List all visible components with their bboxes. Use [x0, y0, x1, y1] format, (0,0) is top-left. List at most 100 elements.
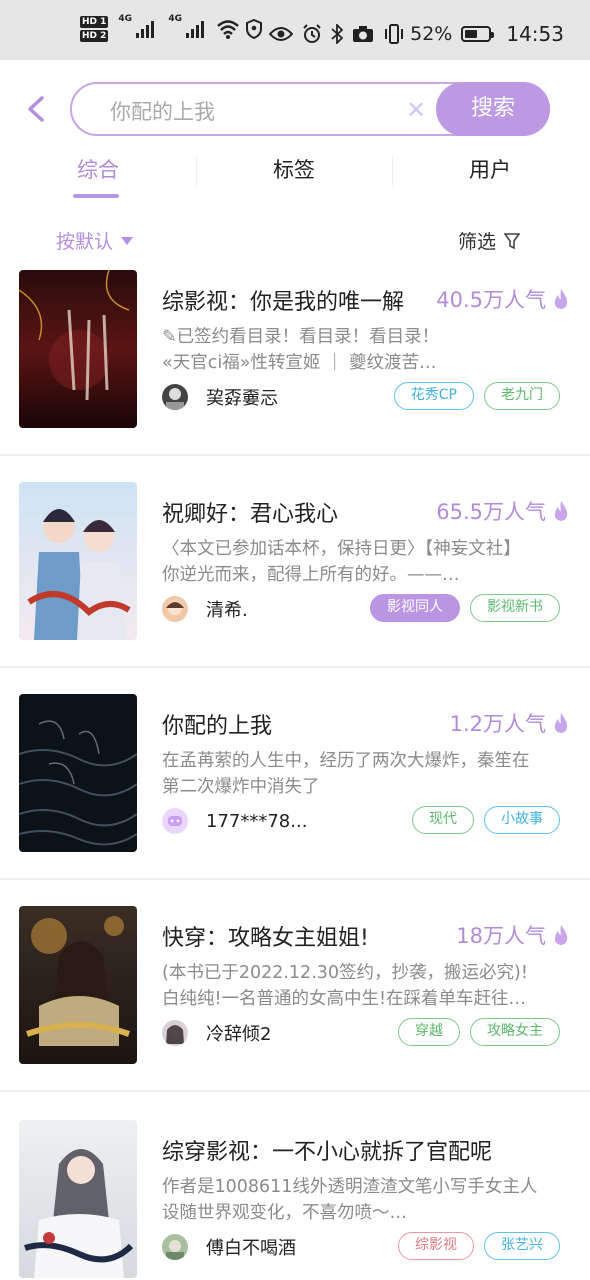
- hd-indicator: HD 1 HD 2: [80, 16, 109, 42]
- sort-label: 按默认: [56, 231, 114, 253]
- tag-chip[interactable]: 小故事: [484, 806, 560, 834]
- description-line: «天官ci福»性转宣姬 ｜ 夔纹渡苦…: [162, 353, 437, 373]
- tab-bar: 综合 标签 用户: [0, 150, 590, 200]
- popularity: 65.5万人气: [436, 496, 570, 526]
- book-title: 综影视：你是我的唯一解: [162, 290, 405, 315]
- list-item[interactable]: 综穿影视：一不小心就拆了官配呢 作者是1008611线外透明渣渣文笔小写手女主人…: [0, 1106, 590, 1280]
- eye-icon: [269, 27, 294, 41]
- author[interactable]: 清希.: [162, 596, 248, 622]
- tag-chip[interactable]: 攻略女主: [470, 1018, 560, 1046]
- vpn-shield-icon: [246, 19, 263, 39]
- filter-label: 筛选: [458, 231, 497, 253]
- tag-chip[interactable]: 影视新书: [470, 594, 560, 622]
- avatar: [162, 808, 188, 834]
- description-line: ✎已签约看目录！看目录！看目录！: [162, 327, 440, 347]
- flame-icon: [554, 925, 568, 945]
- book-description: (本书已于2022.12.30签约，抄袭，搬运必究)! 白纯纯!一名普通的女高中…: [162, 960, 566, 1012]
- tag-chip[interactable]: 穿越: [398, 1018, 460, 1046]
- hd1-badge: HD 1: [80, 16, 109, 28]
- battery-fill: [465, 30, 477, 38]
- flame-icon: [554, 501, 568, 521]
- popularity: 18万人气: [456, 920, 570, 950]
- status-bar: HD 1 HD 2 4G 4G 52% 14:53: [0, 0, 590, 60]
- network-2-label: 4G: [168, 14, 183, 24]
- book-description: 在孟苒萦的人生中，经历了两次大爆炸，秦笙在 第二次爆炸中消失了: [162, 748, 566, 800]
- search-input[interactable]: 你配的上我: [110, 96, 215, 126]
- book-cover-image: [19, 1120, 137, 1278]
- bluetooth-icon: [331, 24, 344, 44]
- book-description: 作者是1008611线外透明渣渣文笔小写手女主人 设随世界观变化，不喜勿喷～…: [162, 1174, 566, 1226]
- flame-icon: [554, 289, 568, 309]
- description-line: 设随世界观变化，不喜勿喷～…: [162, 1203, 407, 1223]
- description-line: 白纯纯!一名普通的女高中生!在踩着单车赶往…: [162, 989, 527, 1009]
- description-line: 第二次爆炸中消失了: [162, 777, 320, 797]
- description-line: 你逆光而来，配得上所有的好。——…: [162, 565, 460, 585]
- tag-chip[interactable]: 老九门: [484, 382, 560, 410]
- author[interactable]: 冷辞倾2: [162, 1020, 271, 1046]
- book-title: 你配的上我: [162, 714, 273, 739]
- battery-icon: [461, 26, 495, 42]
- alarm-icon: [303, 24, 321, 43]
- description-line: (本书已于2022.12.30签约，抄袭，搬运必究)!: [162, 963, 528, 983]
- tag-chip[interactable]: 综影视: [398, 1232, 474, 1260]
- book-description: 〈本文已参加话本杯，保持日更〉【神妄文社】 你逆光而来，配得上所有的好。——…: [162, 536, 566, 588]
- tag-list: 综影视 张艺兴: [398, 1232, 560, 1260]
- book-cover-image: [19, 906, 137, 1064]
- author-name: 清希.: [206, 600, 248, 621]
- list-item[interactable]: 你配的上我 1.2万人气 在孟苒萦的人生中，经历了两次大爆炸，秦笙在 第二次爆炸…: [0, 680, 590, 892]
- book-title: 祝卿好：君心我心: [162, 502, 339, 527]
- book-cover-image: [19, 270, 137, 428]
- list-item[interactable]: 快穿：攻略女主姐姐! 18万人气 (本书已于2022.12.30签约，抄袭，搬运…: [0, 892, 590, 1104]
- wifi-icon: [217, 20, 240, 39]
- back-arrow-icon[interactable]: [22, 94, 50, 124]
- tag-chip[interactable]: 张艺兴: [484, 1232, 560, 1260]
- author[interactable]: 177***78...: [162, 808, 307, 834]
- divider: [0, 666, 590, 668]
- search-button[interactable]: 搜索: [436, 82, 550, 136]
- filter-icon: [504, 232, 521, 249]
- status-left: HD 1 HD 2 4G 4G: [80, 14, 263, 42]
- tag-chip[interactable]: 花秀CP: [393, 382, 474, 410]
- dropdown-triangle-icon: [121, 236, 134, 245]
- clock: 14:53: [506, 22, 564, 46]
- author-name: 巭孬嫑忈: [206, 388, 278, 409]
- author[interactable]: 巭孬嫑忈: [162, 384, 278, 410]
- description-line: 在孟苒萦的人生中，经历了两次大爆炸，秦笙在: [162, 751, 530, 771]
- author-name: 冷辞倾2: [206, 1024, 272, 1045]
- description-line: 作者是1008611线外透明渣渣文笔小写手女主人: [162, 1177, 538, 1197]
- description-line: 〈本文已参加话本杯，保持日更〉【神妄文社】: [162, 539, 521, 559]
- signal-2-icon: 4G: [168, 14, 205, 38]
- book-cover-image: [19, 694, 137, 852]
- filter-button[interactable]: 筛选: [458, 227, 521, 254]
- hd2-badge: HD 2: [80, 30, 109, 42]
- popularity-count: 1.2万人气: [449, 712, 546, 736]
- tab-tags[interactable]: 标签: [196, 154, 392, 184]
- signal-1-icon: 4G: [118, 14, 155, 38]
- list-item[interactable]: 综影视：你是我的唯一解 40.5万人气 ✎已签约看目录！看目录！看目录！ «天官…: [0, 256, 590, 468]
- sort-dropdown[interactable]: 按默认: [56, 227, 134, 254]
- popularity: 1.2万人气: [450, 708, 570, 738]
- battery-percent: 52%: [410, 23, 453, 45]
- tag-list: 穿越 攻略女主: [398, 1018, 560, 1046]
- tab-users[interactable]: 用户: [392, 154, 588, 184]
- divider: [0, 878, 590, 880]
- popularity-count: 65.5万人气: [436, 500, 546, 524]
- tag-chip[interactable]: 现代: [412, 806, 474, 834]
- tag-chip[interactable]: 影视同人: [370, 594, 460, 622]
- tab-comprehensive[interactable]: 综合: [0, 154, 196, 184]
- book-cover-image: [19, 482, 137, 640]
- author-name: 傅白不喝酒: [206, 1238, 296, 1259]
- divider: [0, 454, 590, 456]
- popularity-count: 40.5万人气: [436, 288, 546, 312]
- vibrate-icon: [385, 24, 404, 44]
- avatar: [162, 1234, 188, 1260]
- avatar: [162, 596, 188, 622]
- author[interactable]: 傅白不喝酒: [162, 1234, 296, 1260]
- book-description: ✎已签约看目录！看目录！看目录！ «天官ci福»性转宣姬 ｜ 夔纹渡苦…: [162, 324, 566, 376]
- divider: [0, 1090, 590, 1092]
- list-item[interactable]: 祝卿好：君心我心 65.5万人气 〈本文已参加话本杯，保持日更〉【神妄文社】 你…: [0, 468, 590, 680]
- author-name: 177***78...: [206, 810, 308, 832]
- popularity: 40.5万人气: [436, 284, 570, 314]
- clear-icon[interactable]: ✕: [406, 96, 426, 124]
- flame-icon: [554, 713, 568, 733]
